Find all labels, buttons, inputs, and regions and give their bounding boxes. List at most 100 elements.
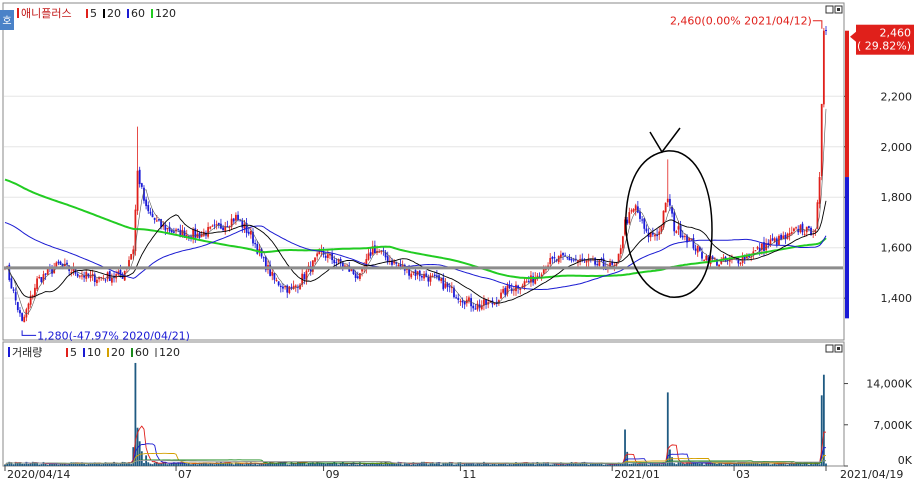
candle-body bbox=[596, 264, 599, 266]
candle-body bbox=[87, 273, 90, 277]
volume-bar bbox=[337, 464, 340, 466]
volume-bar bbox=[222, 463, 224, 466]
volume-bar bbox=[508, 463, 511, 466]
candle-body bbox=[527, 280, 530, 282]
candle-body bbox=[504, 287, 507, 296]
candle-body bbox=[463, 301, 466, 305]
ma-label-marker bbox=[131, 348, 133, 357]
candle-body bbox=[36, 278, 38, 290]
volume-bar bbox=[55, 463, 58, 466]
stock-chart[interactable]: 호 애니플러스 5 20 60 120 거래량 5 10 20 60 120 2,460(0.… bbox=[0, 0, 914, 481]
volume-bar bbox=[812, 464, 815, 466]
candle-body bbox=[81, 275, 83, 277]
volume-bar bbox=[44, 463, 47, 466]
candle-body bbox=[130, 254, 133, 260]
ma-label-marker bbox=[86, 9, 88, 18]
candle-body bbox=[677, 226, 680, 230]
x-tick-label: 2020/04/14 bbox=[7, 468, 70, 480]
candle-body bbox=[585, 260, 588, 263]
minimize-icon[interactable] bbox=[825, 344, 834, 353]
volume-bar bbox=[232, 464, 235, 466]
candle-body bbox=[566, 257, 569, 259]
candle-body bbox=[822, 30, 825, 105]
volume-bar bbox=[36, 462, 38, 466]
volume-bar bbox=[258, 464, 261, 466]
candle-body bbox=[461, 300, 464, 303]
candle-body bbox=[21, 313, 24, 321]
candle-body bbox=[807, 226, 810, 229]
candle-body bbox=[525, 281, 528, 283]
volume-bar bbox=[607, 464, 609, 466]
candle-body bbox=[279, 285, 282, 288]
price-tick-label: 2,200 bbox=[881, 90, 913, 103]
candle-body bbox=[132, 249, 135, 255]
candle-body bbox=[696, 245, 699, 253]
volume-bar bbox=[256, 464, 259, 466]
volume-bar bbox=[818, 464, 821, 466]
candle-body bbox=[303, 274, 306, 280]
candle-body bbox=[249, 231, 252, 235]
volume-bar bbox=[339, 463, 342, 466]
volume-bar bbox=[318, 463, 321, 466]
ma-label-marker bbox=[155, 348, 157, 357]
candle-body bbox=[619, 248, 622, 255]
ma-label-20: 20 bbox=[111, 346, 125, 359]
candle-body bbox=[38, 276, 41, 279]
candle-body bbox=[294, 285, 297, 288]
volume-bar bbox=[354, 464, 357, 466]
volume-bar bbox=[356, 464, 359, 466]
minimize-icon[interactable] bbox=[825, 5, 834, 14]
last-price-change: ( 29.82%) bbox=[857, 40, 911, 53]
candle-body bbox=[271, 271, 274, 276]
candle-body bbox=[705, 255, 708, 260]
candle-body bbox=[570, 259, 573, 261]
volume-bar bbox=[85, 464, 88, 466]
volume-bar bbox=[656, 463, 658, 466]
candle-body bbox=[818, 177, 821, 204]
candle-body bbox=[636, 206, 639, 213]
candle-body bbox=[572, 259, 575, 261]
candle-body bbox=[16, 302, 19, 311]
volume-bar bbox=[619, 463, 622, 466]
candle-body bbox=[209, 226, 212, 229]
volume-bar bbox=[12, 464, 15, 466]
candle-body bbox=[639, 211, 641, 219]
candle-body bbox=[192, 229, 195, 239]
volume-bar bbox=[506, 464, 509, 466]
volume-bar bbox=[557, 464, 560, 466]
volume-bar bbox=[294, 464, 297, 466]
volume-bar bbox=[21, 463, 24, 466]
candle-body bbox=[628, 212, 631, 224]
candle-body bbox=[239, 220, 242, 222]
x-tick-label: 11 bbox=[462, 468, 476, 480]
candle-body bbox=[12, 289, 15, 291]
volume-bar bbox=[151, 464, 154, 466]
candle-body bbox=[805, 226, 808, 233]
volume-bar bbox=[273, 463, 276, 466]
volume-bar bbox=[361, 464, 363, 466]
candle-body bbox=[57, 261, 60, 264]
volume-bar bbox=[587, 464, 590, 466]
volume-bar bbox=[243, 464, 246, 466]
ma-label-20: 20 bbox=[107, 7, 121, 20]
candle-body bbox=[151, 213, 154, 218]
volume-bar bbox=[241, 463, 244, 466]
maximize-icon-inner bbox=[837, 8, 840, 11]
volume-bar bbox=[463, 463, 466, 466]
candle-body bbox=[215, 224, 218, 226]
volume-bar bbox=[78, 463, 81, 466]
volume-title: 거래량 bbox=[12, 346, 42, 359]
volume-bar bbox=[681, 463, 684, 466]
candle-body bbox=[455, 297, 458, 299]
volume-bar bbox=[807, 464, 810, 466]
volume-bar bbox=[636, 463, 639, 466]
volume-bar bbox=[604, 464, 607, 466]
candle-body bbox=[754, 250, 757, 252]
volume-bar bbox=[675, 464, 678, 466]
candle-body bbox=[211, 225, 214, 227]
volume-bar bbox=[701, 462, 703, 466]
price-panel-frame bbox=[2, 2, 845, 341]
volume-bar bbox=[758, 463, 761, 466]
volume-bar bbox=[495, 464, 498, 466]
price-range-bar-up bbox=[845, 30, 849, 178]
